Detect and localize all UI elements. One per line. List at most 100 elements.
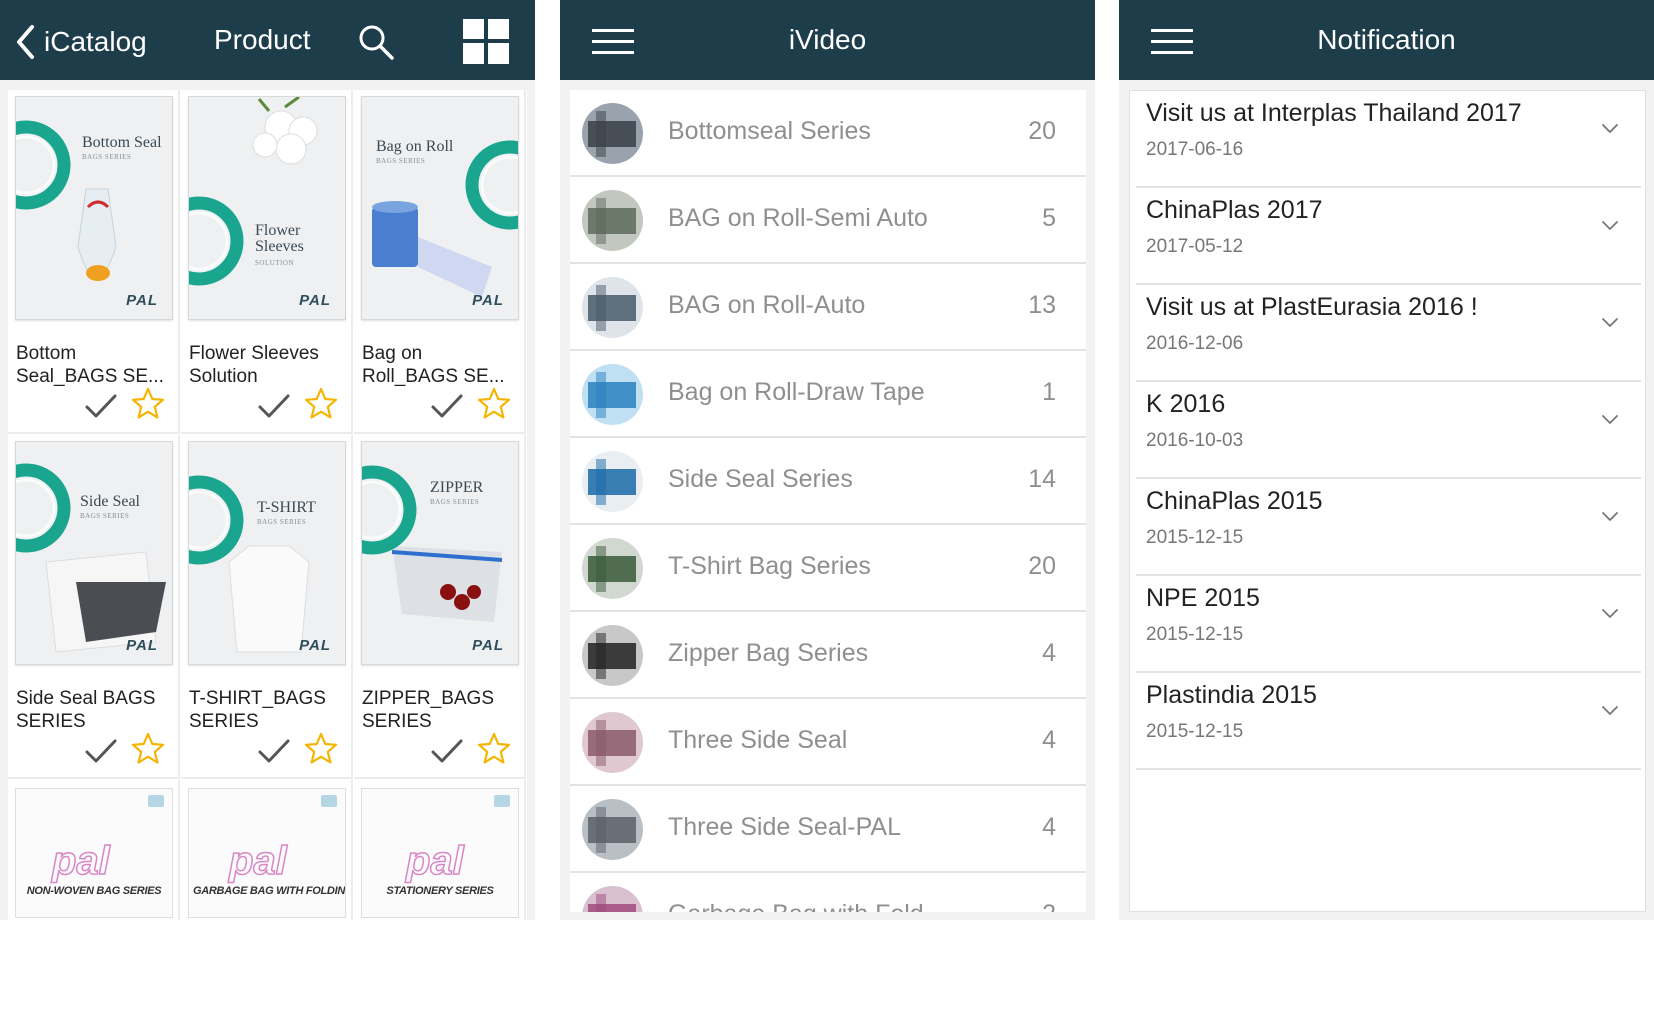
catalog-cover-image: palGARBAGE BAG WITH FOLDING SERIES <box>188 788 346 918</box>
catalog-card[interactable]: Flower Sleeves SOLUTION PAL Flower Sleeves … <box>181 90 353 434</box>
video-count: 2 <box>1042 900 1056 912</box>
notification-title: Visit us at PlastEurasia 2016 ! <box>1146 293 1478 321</box>
video-thumbnail <box>582 886 643 912</box>
video-thumbnail <box>582 799 643 860</box>
video-count: 20 <box>1028 117 1056 145</box>
cover-title: ZIPPER <box>430 479 484 496</box>
video-category-row[interactable]: BAG on Roll-Auto 13 <box>570 264 1086 351</box>
notification-title: K 2016 <box>1146 390 1226 418</box>
pal-logo <box>321 795 337 807</box>
notification-date: 2016-12-06 <box>1146 333 1244 354</box>
notification-item[interactable]: Plastindia 2015 2015-12-15 <box>1136 673 1641 770</box>
grid-view-button[interactable] <box>463 19 509 64</box>
video-count: 13 <box>1028 291 1056 319</box>
video-count: 4 <box>1042 726 1056 754</box>
pal-logo <box>148 795 164 807</box>
notification-item[interactable]: NPE 2015 2015-12-15 <box>1136 576 1641 673</box>
chevron-down-icon[interactable] <box>1601 511 1619 523</box>
video-list: Bottomseal Series 20 BAG on Roll-Semi Auto… <box>570 90 1086 912</box>
notification-item[interactable]: ChinaPlas 2017 2017-05-12 <box>1136 188 1641 285</box>
cover-series-label: NON-WOVEN BAG SERIES <box>26 885 162 897</box>
video-category-row[interactable]: T-Shirt Bag Series 20 <box>570 525 1086 612</box>
page-title: Notification <box>1317 24 1456 55</box>
chevron-down-icon[interactable] <box>1601 317 1619 329</box>
notification-item[interactable]: Visit us at Interplas Thailand 2017 2017-… <box>1136 91 1641 188</box>
grid-view-icon <box>463 19 509 64</box>
video-count: 5 <box>1042 204 1056 232</box>
notification-title: ChinaPlas 2017 <box>1146 196 1323 224</box>
catalog-card[interactable]: ZIPPER BAGS SERIES PAL ZIPPER_BAGS SERIES <box>354 435 526 779</box>
catalog-cover-image: ZIPPER BAGS SERIES PAL <box>361 441 519 665</box>
star-icon[interactable] <box>303 386 339 422</box>
video-category-row[interactable]: Side Seal Series 14 <box>570 438 1086 525</box>
notification-item[interactable]: Visit us at PlastEurasia 2016 ! 2016-12-0… <box>1136 285 1641 382</box>
video-count: 4 <box>1042 639 1056 667</box>
pal-logo <box>494 795 510 807</box>
cover-subtitle: BAGS SERIES <box>376 157 426 165</box>
catalog-card[interactable]: T-SHIRT BAGS SERIES PAL T-SHIRT_BAGS SERIES <box>181 435 353 779</box>
chevron-left-icon <box>17 25 34 59</box>
search-button[interactable] <box>356 22 396 62</box>
check-icon[interactable] <box>257 392 291 420</box>
catalog-cover-image: Bag on Roll BAGS SERIES PAL <box>361 96 519 320</box>
catalog-grid: Bottom Seal BAGS SERIES PAL Bottom Seal_BAG… <box>8 90 527 920</box>
pal-logo: PAL <box>472 292 504 309</box>
catalog-name: Bottom Seal_BAGS SE... <box>16 343 164 387</box>
video-category-row[interactable]: Bottomseal Series 20 <box>570 90 1086 177</box>
catalog-card[interactable]: Bag on Roll BAGS SERIES PAL Bag on Roll_BAG… <box>354 90 526 434</box>
video-category-label: T-Shirt Bag Series <box>668 552 871 580</box>
pal-logo: PAL <box>299 292 331 309</box>
star-icon[interactable] <box>303 731 339 767</box>
video-category-row[interactable]: Three Side Seal-PAL 4 <box>570 786 1086 873</box>
video-category-row[interactable]: Three Side Seal 4 <box>570 699 1086 786</box>
video-category-row[interactable]: Zipper Bag Series 4 <box>570 612 1086 699</box>
check-icon[interactable] <box>257 737 291 765</box>
check-icon[interactable] <box>430 737 464 765</box>
pal-logo: PAL <box>126 637 158 654</box>
video-thumbnail <box>582 277 643 338</box>
notification-date: 2015-12-15 <box>1146 624 1244 645</box>
catalog-screen: iCatalog Product Bottom Seal BAGS SERIES P… <box>0 0 535 920</box>
cover-subtitle: SOLUTION <box>255 259 294 267</box>
video-thumbnail <box>582 625 643 686</box>
catalog-cover-image: T-SHIRT BAGS SERIES PAL <box>188 441 346 665</box>
star-icon[interactable] <box>130 386 166 422</box>
notification-item[interactable]: ChinaPlas 2015 2015-12-15 <box>1136 479 1641 576</box>
chevron-down-icon[interactable] <box>1601 705 1619 717</box>
video-category-label: Zipper Bag Series <box>668 639 869 667</box>
check-icon[interactable] <box>430 392 464 420</box>
notification-date: 2016-10-03 <box>1146 430 1244 451</box>
star-icon[interactable] <box>130 731 166 767</box>
video-category-label: Three Side Seal <box>668 726 848 754</box>
star-icon[interactable] <box>476 731 512 767</box>
star-icon[interactable] <box>476 386 512 422</box>
chevron-down-icon[interactable] <box>1601 123 1619 135</box>
check-icon[interactable] <box>84 737 118 765</box>
chevron-down-icon[interactable] <box>1601 414 1619 426</box>
catalog-card[interactable]: palGARBAGE BAG WITH FOLDING SERIES <box>181 780 353 920</box>
catalog-cover-image: Bottom Seal BAGS SERIES PAL <box>15 96 173 320</box>
video-thumbnail <box>582 103 643 164</box>
check-icon[interactable] <box>84 392 118 420</box>
video-category-label: Bag on Roll-Draw Tape <box>668 378 925 406</box>
video-category-label: Side Seal Series <box>668 465 853 493</box>
back-button[interactable]: iCatalog <box>14 22 147 62</box>
catalog-nav-bar: iCatalog Product <box>0 0 535 80</box>
video-category-row[interactable]: Garbage Bag with Fold 2 <box>570 873 1086 912</box>
video-count: 1 <box>1042 378 1056 406</box>
chevron-down-icon[interactable] <box>1601 220 1619 232</box>
notification-date: 2017-05-12 <box>1146 236 1244 257</box>
chevron-down-icon[interactable] <box>1601 608 1619 620</box>
video-category-row[interactable]: BAG on Roll-Semi Auto 5 <box>570 177 1086 264</box>
catalog-card[interactable]: Bottom Seal BAGS SERIES PAL Bottom Seal_BAG… <box>8 90 180 434</box>
pal-logo: PAL <box>472 637 504 654</box>
back-label: iCatalog <box>44 26 147 57</box>
notification-item[interactable]: K 2016 2016-10-03 <box>1136 382 1641 479</box>
catalog-card[interactable]: pal STATIONERY SERIES <box>354 780 526 920</box>
catalog-card[interactable]: pal NON-WOVEN BAG SERIES <box>8 780 180 920</box>
catalog-card[interactable]: Side Seal BAGS SERIES PAL Side Seal BAGS SE… <box>8 435 180 779</box>
video-category-row[interactable]: Bag on Roll-Draw Tape 1 <box>570 351 1086 438</box>
video-category-label: Garbage Bag with Fold <box>668 900 924 912</box>
catalog-name: Side Seal BAGS SERIES <box>16 688 156 732</box>
video-category-label: BAG on Roll-Auto <box>668 291 866 319</box>
